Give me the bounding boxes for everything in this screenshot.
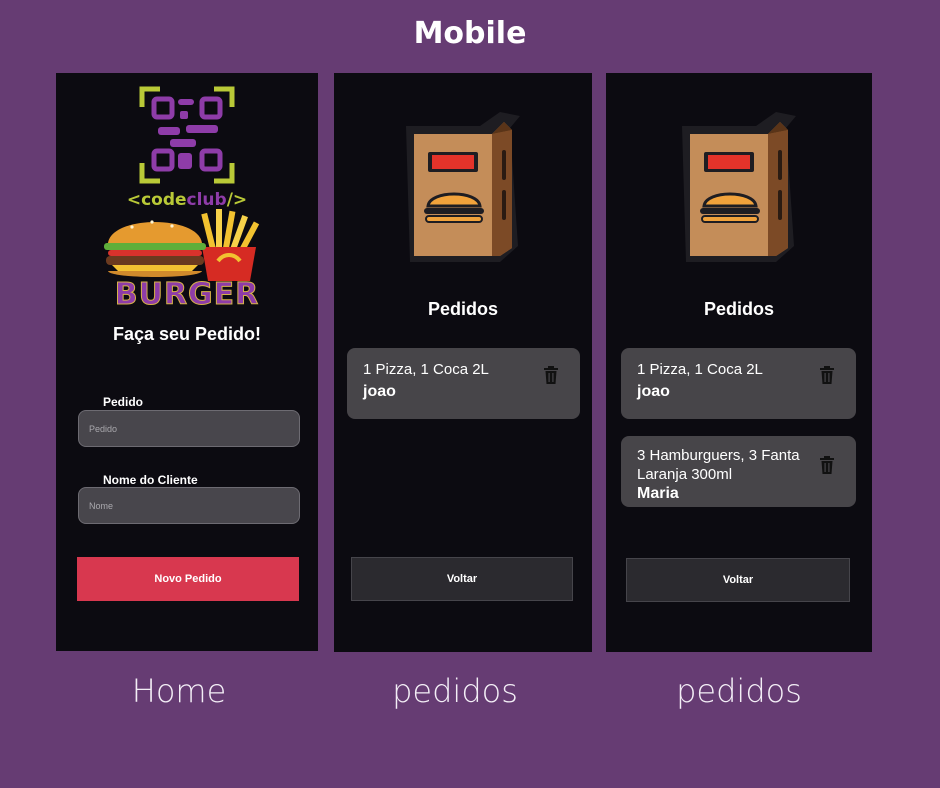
order-client: joao [637,383,670,400]
pedido-input[interactable] [78,410,300,447]
trash-icon[interactable] [544,366,558,384]
pedidos-heading: Pedidos [427,299,498,319]
home-screen: <codeclub/> BURGER Faça seu Pedido! Pedi… [56,73,318,651]
page-title: Mobile [413,16,527,51]
order-card: 1 Pizza, 1 Coca 2L joao [347,348,580,419]
pedidos-heading: Pedidos [703,299,774,319]
takeaway-bag-icon [406,112,520,262]
codeclub-logo-text: <codeclub/> [126,190,248,210]
voltar-button[interactable]: Voltar [351,557,573,601]
pedidos-caption-two: pedidos [676,672,802,710]
qr-logo-icon [139,86,235,184]
order-items: 1 Pizza, 1 Coca 2L [363,361,489,378]
burger-logo-word: BURGER [114,277,260,313]
nome-label: Nome do Cliente [103,473,198,487]
burger-fries-icon [104,209,260,281]
pedido-label: Pedido [103,395,144,409]
novo-pedido-button[interactable]: Novo Pedido [77,557,299,601]
trash-icon[interactable] [820,366,834,384]
nome-input[interactable] [78,487,300,524]
order-card: 3 Hamburguers, 3 Fanta Laranja 300ml Mar… [621,436,856,507]
order-client: joao [363,383,396,400]
pedidos-caption-one: pedidos [392,672,518,710]
voltar-button[interactable]: Voltar [626,558,850,602]
order-card: 1 Pizza, 1 Coca 2L joao [621,348,856,419]
codeclub-burger-logo: <codeclub/> BURGER [102,85,272,313]
order-items: 3 Hamburguers, 3 Fanta Laranja 300ml [637,447,800,483]
pedidos-screen-two: Pedidos 1 Pizza, 1 Coca 2L joao 3 Hambur… [606,73,872,652]
trash-icon[interactable] [820,456,834,474]
takeaway-bag-icon [682,112,796,262]
pedidos-screen-one: Pedidos 1 Pizza, 1 Coca 2L joao Voltar [334,73,592,652]
page-heading: Faça seu Pedido! [112,324,262,344]
order-client: Maria [637,485,679,502]
home-caption: Home [131,672,227,710]
order-items: 1 Pizza, 1 Coca 2L [637,361,763,378]
